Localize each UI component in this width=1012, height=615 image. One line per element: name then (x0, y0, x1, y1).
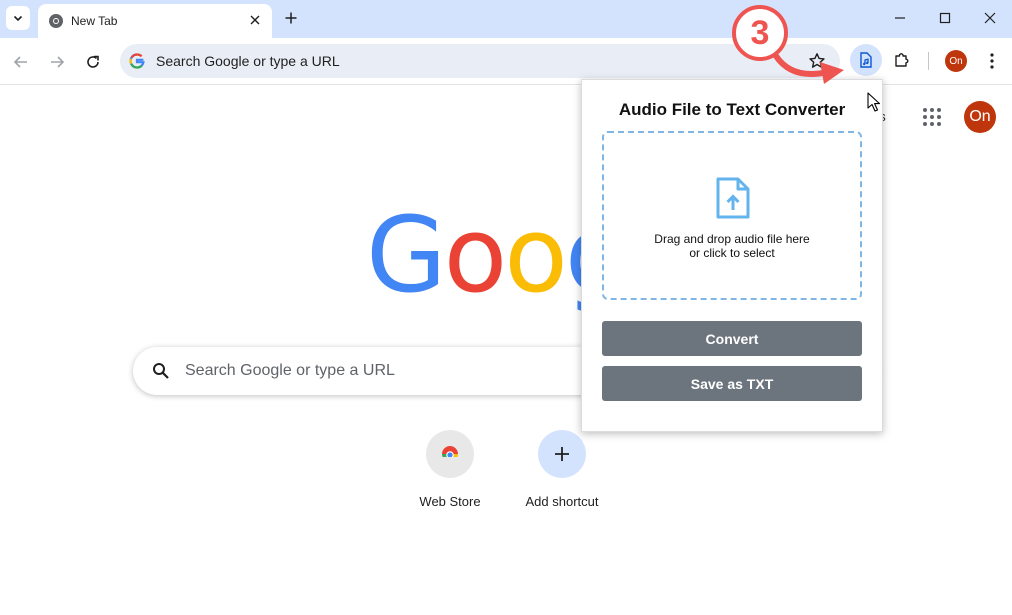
chrome-icon (49, 14, 63, 28)
address-bar-text: Search Google or type a URL (156, 53, 340, 69)
reload-button[interactable] (80, 49, 106, 75)
shortcut-web-store[interactable]: Web Store (394, 430, 506, 520)
popup-title: Audio File to Text Converter (618, 100, 846, 119)
google-logo: Goog (366, 194, 631, 316)
back-button[interactable] (8, 49, 34, 75)
profile-avatar-button[interactable]: On (945, 50, 967, 72)
logo-letter: o (504, 194, 568, 316)
tab-search-button[interactable] (6, 6, 30, 30)
shortcut-tile (538, 430, 586, 478)
puzzle-icon (895, 53, 909, 67)
close-icon (984, 12, 996, 24)
maximize-button[interactable] (922, 4, 968, 32)
tab-new-tab[interactable]: New Tab (38, 4, 272, 38)
forward-button[interactable] (44, 49, 70, 75)
save-as-txt-button[interactable]: Save as TXT (602, 366, 862, 401)
audio-file-icon (860, 52, 872, 68)
maximize-icon (939, 12, 951, 24)
browser-window: New Tab Search Google or type a URL On O… (0, 0, 1012, 615)
arrow-left-icon (13, 56, 27, 68)
logo-letter: o (443, 194, 508, 316)
toolbar: Search Google or type a URL On (0, 38, 1012, 85)
address-bar[interactable]: Search Google or type a URL (120, 44, 840, 78)
search-placeholder: Search Google or type a URL (185, 362, 395, 379)
web-store-icon (442, 446, 458, 463)
close-window-button[interactable] (967, 4, 1012, 32)
shortcut-label: Web Store (419, 494, 481, 509)
shortcut-label: Add shortcut (525, 494, 599, 509)
new-tab-button[interactable] (280, 7, 302, 29)
more-vert-icon (990, 53, 994, 69)
curved-arrow-icon (773, 53, 844, 84)
minimize-button[interactable] (877, 4, 923, 32)
file-upload-icon (716, 177, 750, 219)
minimize-icon (895, 17, 905, 19)
chrome-menu-button[interactable] (981, 48, 1003, 74)
toolbar-separator (928, 52, 929, 70)
shortcut-add[interactable]: Add shortcut (506, 430, 618, 520)
google-g-icon (129, 53, 145, 69)
tab-title: New Tab (71, 14, 118, 28)
google-apps-icon[interactable] (920, 105, 944, 129)
arrow-right-icon (51, 56, 65, 68)
logo-letter: G (366, 194, 447, 316)
drop-zone-line1: Drag and drop audio file here (654, 232, 810, 246)
tab-strip: New Tab (0, 0, 1012, 38)
drop-zone-text: Drag and drop audio file here or click t… (604, 232, 860, 260)
audio-drop-zone[interactable]: Drag and drop audio file here or click t… (602, 131, 862, 300)
plus-icon (285, 12, 297, 24)
reload-icon (87, 55, 99, 68)
chevron-down-icon (13, 15, 23, 22)
convert-button[interactable]: Convert (602, 321, 862, 356)
plus-icon (555, 447, 569, 461)
extensions-button[interactable] (889, 47, 915, 73)
search-icon (153, 363, 169, 379)
shortcut-tile (426, 430, 474, 478)
google-account-avatar[interactable]: On (964, 101, 996, 133)
extension-popup: Audio File to Text Converter Drag and dr… (581, 79, 883, 432)
tab-close-button[interactable] (246, 11, 264, 29)
audio-converter-extension-button[interactable] (850, 44, 882, 76)
close-icon (250, 15, 260, 25)
drop-zone-line2: or click to select (689, 246, 775, 260)
mouse-cursor-icon (867, 92, 881, 112)
